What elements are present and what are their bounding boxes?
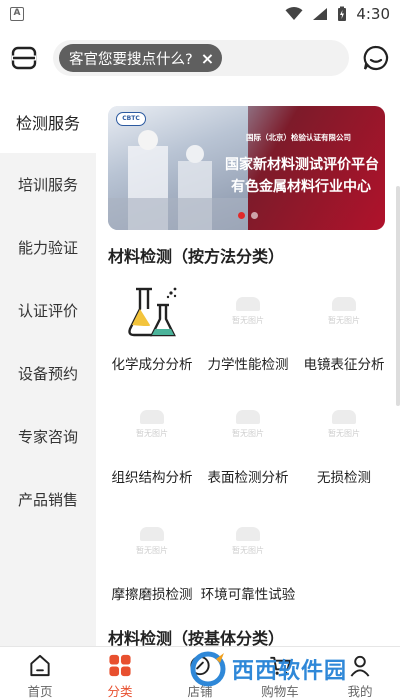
grid-item-label: 力学性能检测 (207, 357, 289, 373)
grid-item-electron-microscopy[interactable]: 暂无图片 电镜表征分析 (296, 283, 392, 373)
carousel-dot[interactable] (238, 212, 245, 219)
grid-item-label: 无损检测 (317, 470, 371, 486)
banner-org: 国际（北京）检验认证有限公司 (246, 133, 351, 142)
image-placeholder: 暂无图片 (122, 396, 182, 456)
image-placeholder: 暂无图片 (218, 396, 278, 456)
grid-item-microstructure[interactable]: 暂无图片 组织结构分析 (104, 396, 200, 486)
nav-label: 分类 (107, 684, 133, 699)
signal-icon (313, 8, 328, 20)
status-bar: A 4:30 (0, 0, 400, 28)
scrollbar[interactable] (396, 186, 400, 406)
watermark: 西西软件园 (188, 648, 378, 690)
category-content[interactable]: CBTC 国际（北京）检验认证有限公司 国家新材料测试评价平台 有色金属材料行业… (96, 90, 400, 646)
banner-title: 国家新材料测试评价平台 (225, 157, 379, 173)
sidebar-item-certification[interactable]: 认证评价 (0, 279, 96, 342)
grid-item-environmental[interactable]: 暂无图片 环境可靠性试验 (200, 513, 296, 603)
sidebar-item-testing[interactable]: 检测服务 (0, 90, 96, 153)
carousel-indicator[interactable] (238, 212, 258, 219)
sidebar-item-proficiency[interactable]: 能力验证 (0, 216, 96, 279)
banner-subtitle: 有色金属材料行业中心 (231, 179, 371, 195)
sidebar-item-sales[interactable]: 产品销售 (0, 468, 96, 531)
flask-icon (128, 287, 177, 337)
nav-home[interactable]: 首页 (0, 647, 80, 700)
image-placeholder: 暂无图片 (218, 513, 278, 573)
image-placeholder: 暂无图片 (218, 283, 278, 343)
image-placeholder: 暂无图片 (122, 513, 182, 573)
watermark-text: 西西软件园 (232, 659, 348, 684)
grid-item-label: 组织结构分析 (111, 470, 193, 486)
grid-item-label: 表面检测分析 (207, 470, 289, 486)
grid-item-mechanical[interactable]: 暂无图片 力学性能检测 (200, 283, 296, 373)
search-tag-label: 客官您要搜点什么? (69, 51, 193, 68)
sidebar-item-consulting[interactable]: 专家咨询 (0, 405, 96, 468)
nav-label: 首页 (27, 684, 53, 699)
chat-bubble-icon (363, 45, 389, 71)
message-button[interactable] (362, 44, 390, 72)
wifi-icon (285, 7, 303, 20)
grid-item-chemical[interactable]: 化学成分分析 (104, 283, 200, 373)
grid-item-nondestructive[interactable]: 暂无图片 无损检测 (296, 396, 392, 486)
scan-icon (11, 46, 37, 70)
battery-icon (338, 6, 347, 21)
image-placeholder: 暂无图片 (314, 283, 374, 343)
grid-item-label: 环境可靠性试验 (200, 587, 296, 603)
section-title: 材料检测（按方法分类） (108, 247, 285, 266)
sidebar-item-equipment[interactable]: 设备预约 (0, 342, 96, 405)
search-header: 客官您要搜点什么? × (0, 28, 400, 88)
clock: 4:30 (356, 5, 390, 23)
sidebar-item-training[interactable]: 培训服务 (0, 153, 96, 216)
grid-item-friction-wear[interactable]: 暂无图片 摩擦磨损检测 (104, 513, 200, 603)
grid-item-label: 电镜表征分析 (303, 357, 385, 373)
search-input[interactable]: 客官您要搜点什么? × (53, 40, 349, 76)
grid-item-label: 化学成分分析 (111, 357, 193, 373)
search-tag[interactable]: 客官您要搜点什么? × (59, 44, 223, 72)
nav-category[interactable]: 分类 (80, 647, 160, 700)
section-title: 材料检测（按基体分类） (108, 629, 285, 646)
category-sidebar: 检测服务 培训服务 能力验证 认证评价 设备预约 专家咨询 产品销售 (0, 90, 96, 646)
grid-item-surface[interactable]: 暂无图片 表面检测分析 (200, 396, 296, 486)
notification-icon: A (10, 7, 24, 21)
watermark-logo-icon (190, 651, 226, 687)
org-logo: CBTC (116, 112, 146, 126)
home-icon (30, 654, 50, 677)
category-grid-icon (109, 654, 131, 677)
grid-item-label: 摩擦磨损检测 (111, 587, 193, 603)
promo-banner[interactable]: CBTC 国际（北京）检验认证有限公司 国家新材料测试评价平台 有色金属材料行业… (108, 106, 385, 230)
scan-button[interactable] (10, 44, 38, 72)
clear-icon[interactable]: × (201, 49, 214, 68)
image-placeholder: 暂无图片 (314, 396, 374, 456)
carousel-dot[interactable] (251, 212, 258, 219)
